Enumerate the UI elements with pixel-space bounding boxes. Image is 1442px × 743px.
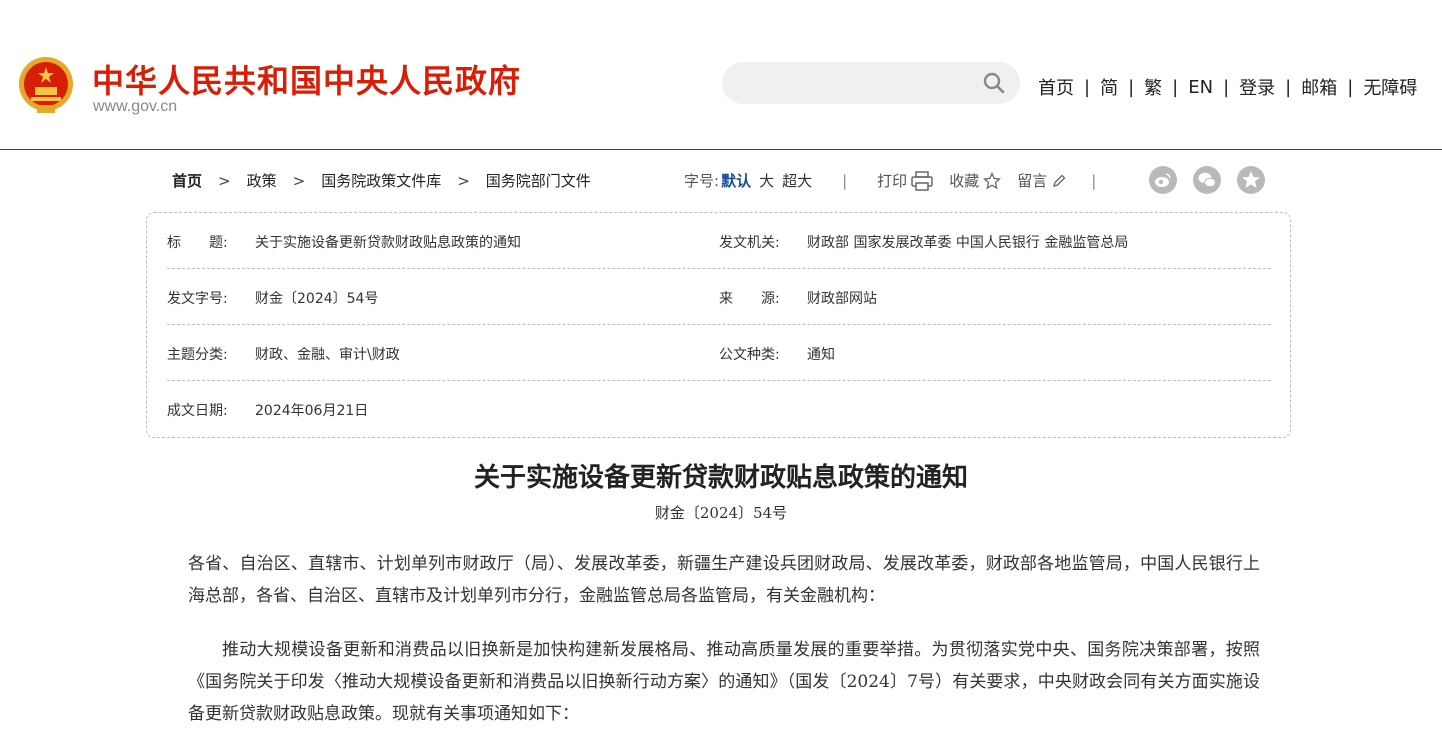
printer-icon [911,170,933,191]
breadcrumb-policy[interactable]: 政策 [247,170,277,191]
nav-separator: | [1223,76,1230,98]
qzone-icon[interactable] [1237,166,1265,194]
pencil-icon [1053,174,1066,187]
comment-label: 留言 [1017,172,1048,190]
nav-separator: | [1285,76,1292,98]
nav-separator: | [1084,76,1091,98]
nav-separator: | [1128,76,1135,98]
info-type-label: 公文种类: [719,347,780,363]
wechat-icon[interactable] [1193,166,1221,194]
info-issuer-label: 发文机关: [719,235,780,251]
info-row: 发文字号: 财金〔2024〕54号 来 源: 财政部网站 [167,269,1271,325]
nav-login[interactable]: 登录 [1239,74,1275,100]
breadcrumb-policy-library[interactable]: 国务院政策文件库 [321,170,441,191]
site-name[interactable]: 中华人民共和国中央人民政府 [92,56,521,102]
search-input[interactable] [722,62,1020,104]
favorite-button[interactable]: 收藏 [949,170,1002,191]
chevron-right-icon: > [457,171,470,190]
article-doc-number: 财金〔2024〕54号 [654,504,788,522]
nav-home[interactable]: 首页 [1038,74,1074,100]
info-title-value: 关于实施设备更新贷款财政贴息政策的通知 [255,235,521,251]
nav-separator: | [1172,76,1179,98]
font-size-large[interactable]: 大 [759,170,774,191]
print-button[interactable]: 打印 [877,170,933,191]
info-issuer-value: 财政部 国家发展改革委 中国人民银行 金融监管总局 [807,235,1129,251]
comment-button[interactable]: 留言 [1017,170,1067,191]
info-title-label: 标 题: [167,235,228,251]
tool-separator: | [1091,171,1097,190]
weibo-icon[interactable] [1149,166,1177,194]
breadcrumb: 首页 > 政策 > 国务院政策文件库 > 国务院部门文件 [172,170,591,191]
site-domain: www.gov.cn [93,98,178,115]
info-docno-value: 财金〔2024〕54号 [255,291,379,307]
national-emblem-icon[interactable] [17,55,75,115]
document-info-box: 标 题: 关于实施设备更新贷款财政贴息政策的通知 发文机关: 财政部 国家发展改… [146,212,1291,438]
info-topic-value: 财政、金融、审计\财政 [255,347,400,363]
info-row: 标 题: 关于实施设备更新贷款财政贴息政策的通知 发文机关: 财政部 国家发展改… [167,213,1271,269]
star-icon [983,171,1002,189]
font-size-xlarge[interactable]: 超大 [782,170,812,191]
article-paragraph: 各省、自治区、直辖市、计划单列市财政厅（局）、发展改革委，新疆生产建设兵团财政局… [188,554,1260,606]
nav-traditional[interactable]: 繁 [1144,74,1162,100]
breadcrumb-department-docs[interactable]: 国务院部门文件 [486,170,591,191]
print-label: 打印 [877,172,908,190]
info-type-value: 通知 [807,347,835,363]
search-icon[interactable] [982,71,1006,95]
favorite-label: 收藏 [949,172,980,190]
info-row: 主题分类: 财政、金融、审计\财政 公文种类: 通知 [167,325,1271,381]
info-topic-label: 主题分类: [167,347,228,363]
article-body: 各省、自治区、直辖市、计划单列市财政厅（局）、发展改革委，新疆生产建设兵团财政局… [188,548,1260,743]
page-tools: 字号: 默认 大 超大 | 打印 收藏 留言 | [684,170,1096,191]
tool-separator: | [842,171,848,190]
info-date-value: 2024年06月21日 [255,403,369,419]
site-header: 中华人民共和国中央人民政府 www.gov.cn 首页 | 简 | 繁 | EN… [0,0,1442,150]
font-size-label: 字号: [684,172,720,190]
chevron-right-icon: > [218,171,231,190]
nav-separator: | [1347,76,1354,98]
nav-english[interactable]: EN [1188,77,1213,98]
info-date-label: 成文日期: [167,403,228,419]
article-paragraph: 推动大规模设备更新和消费品以旧换新是加快构建新发展格局、推动高质量发展的重要举措… [188,640,1260,724]
article-title: 关于实施设备更新贷款财政贴息政策的通知 [473,463,968,493]
nav-accessibility[interactable]: 无障碍 [1363,74,1417,100]
top-nav: 首页 | 简 | 繁 | EN | 登录 | 邮箱 | 无障碍 [1038,74,1417,100]
info-source-label: 来 源: [719,291,780,307]
nav-mail[interactable]: 邮箱 [1301,74,1337,100]
info-row: 成文日期: 2024年06月21日 [167,381,1271,437]
chevron-right-icon: > [292,171,306,190]
breadcrumb-home[interactable]: 首页 [172,170,202,191]
info-source-value: 财政部网站 [807,291,877,307]
font-size-default[interactable]: 默认 [721,170,751,191]
nav-simplified[interactable]: 简 [1100,74,1118,100]
info-docno-label: 发文字号: [167,291,228,307]
